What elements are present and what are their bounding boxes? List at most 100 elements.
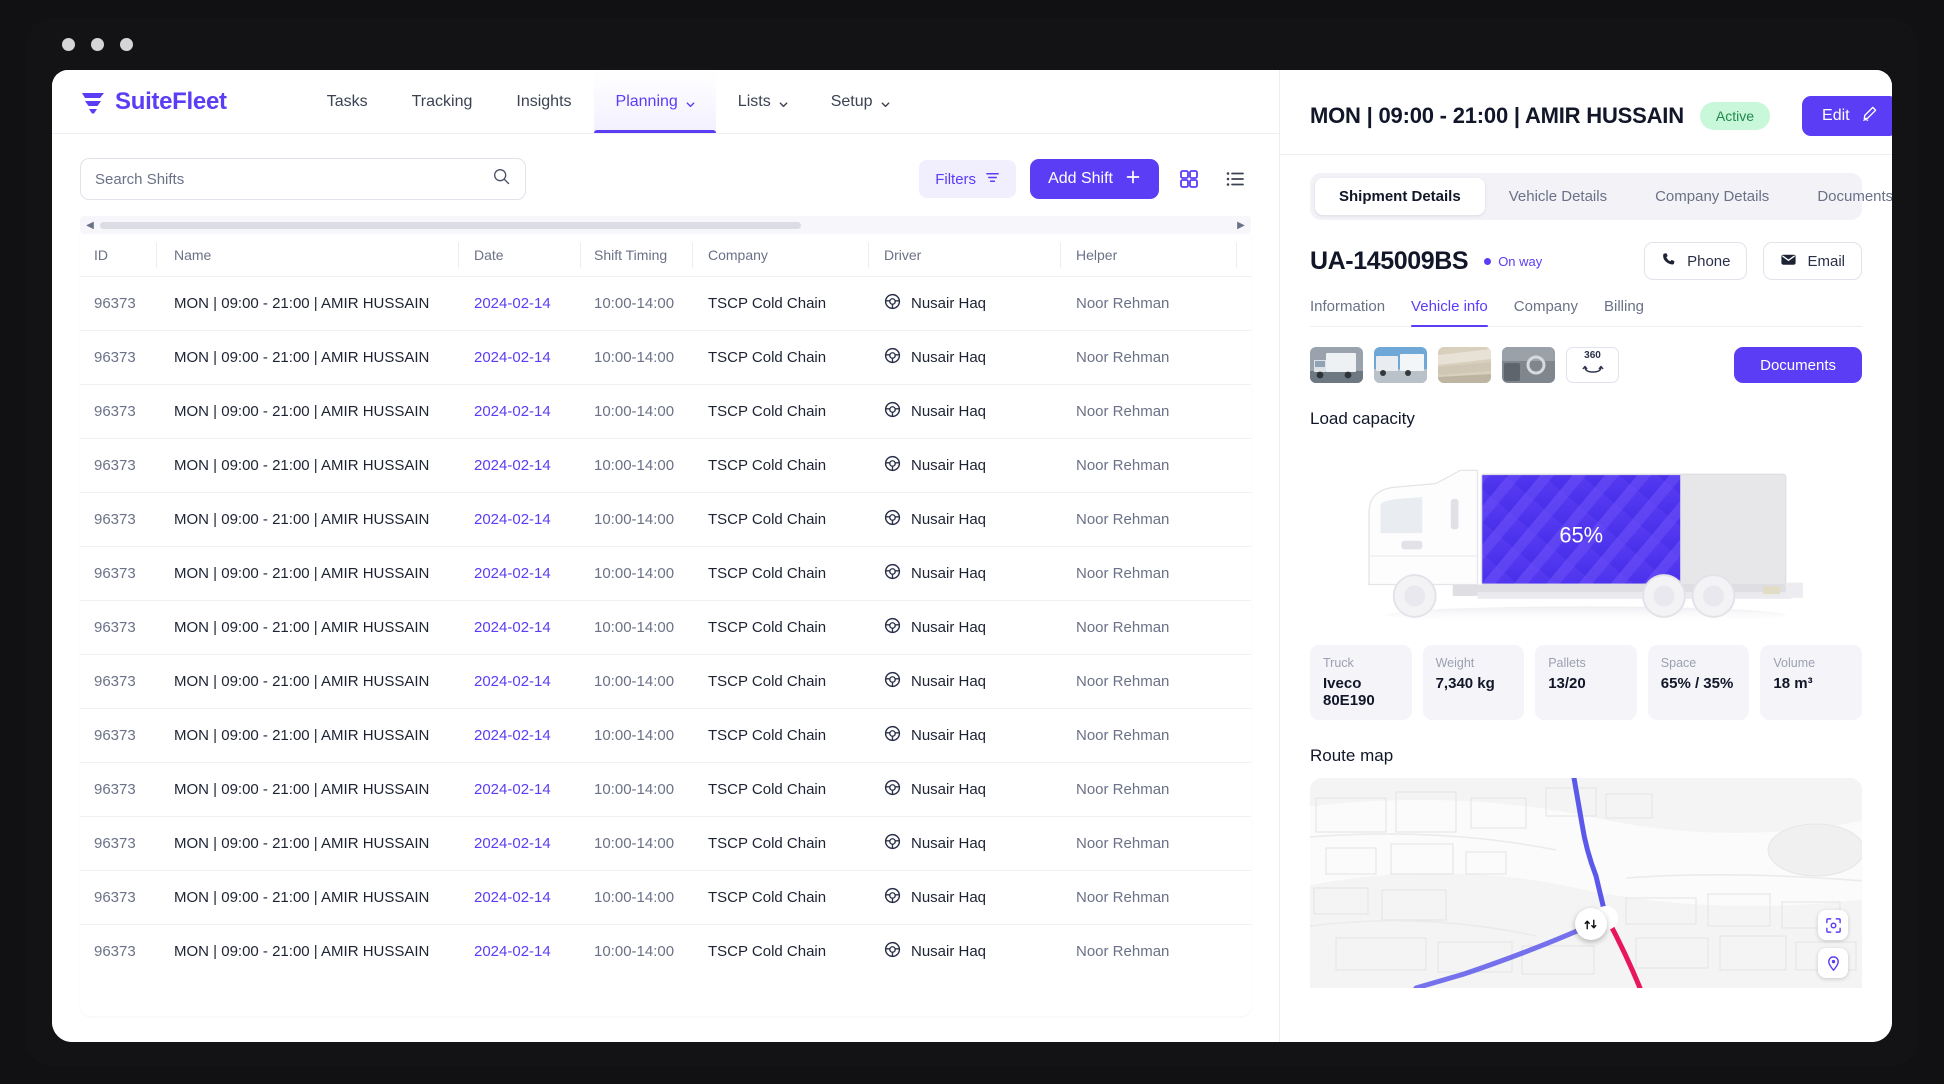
tab-shipment-details[interactable]: Shipment Details <box>1315 178 1485 215</box>
column-header-geofences[interactable]: Geofences <box>1236 234 1251 277</box>
cell-date[interactable]: 2024-02-14 <box>458 654 580 709</box>
window-minimize-dot[interactable] <box>91 37 104 51</box>
brand-name: SuiteFleet <box>115 87 227 115</box>
cell-shift-timing: 10:00-14:00 <box>580 600 692 655</box>
load-percent-label: 65% <box>1559 523 1603 548</box>
subtab-vehicle-info[interactable]: Vehicle info <box>1411 298 1488 327</box>
column-header-date[interactable]: Date <box>458 234 580 277</box>
table-row[interactable]: 96373 MON | 09:00 - 21:00 | AMIR HUSSAIN 2… <box>80 438 1251 493</box>
grid-view-icon[interactable] <box>1173 163 1205 195</box>
route-swap-icon[interactable] <box>1574 908 1607 941</box>
scrollbar-thumb[interactable] <box>100 221 802 229</box>
vehicle-thumbnail-cabin[interactable] <box>1502 347 1555 383</box>
search-input[interactable] <box>95 170 492 188</box>
table-row[interactable]: 96373 MON | 09:00 - 21:00 | AMIR HUSSAIN 2… <box>80 492 1251 547</box>
cell-date[interactable]: 2024-02-14 <box>458 925 580 979</box>
column-header-company[interactable]: Company <box>692 234 868 277</box>
scroll-right-icon[interactable]: ▶ <box>1233 217 1249 233</box>
table-row[interactable]: 96373 MON | 09:00 - 21:00 | AMIR HUSSAIN 2… <box>80 708 1251 763</box>
cell-shift-timing: 10:00-14:00 <box>580 654 692 709</box>
cell-date[interactable]: 2024-02-14 <box>458 816 580 871</box>
cell-geofences: Noor Rehman <box>1236 870 1251 925</box>
cell-date[interactable]: 2024-02-14 <box>458 384 580 439</box>
list-view-icon[interactable] <box>1219 163 1251 195</box>
table-row[interactable]: 96373 MON | 09:00 - 21:00 | AMIR HUSSAIN 2… <box>80 816 1251 871</box>
cell-date[interactable]: 2024-02-14 <box>458 762 580 817</box>
cell-id: 96373 <box>80 276 156 331</box>
tab-vehicle-details[interactable]: Vehicle Details <box>1485 178 1631 215</box>
search-shifts-box[interactable] <box>80 158 526 200</box>
main-navbar: SuiteFleet Tasks Tracking Insights Plann… <box>52 70 1279 134</box>
cell-date[interactable]: 2024-02-14 <box>458 492 580 547</box>
edit-button[interactable]: Edit <box>1802 96 1892 136</box>
cell-date[interactable]: 2024-02-14 <box>458 708 580 763</box>
driver-name: Nusair Haq <box>911 565 987 582</box>
route-map[interactable] <box>1310 778 1862 988</box>
cell-shift-timing: 10:00-14:00 <box>580 330 692 385</box>
subtab-information[interactable]: Information <box>1310 298 1385 326</box>
column-header-name[interactable]: Name <box>156 234 458 277</box>
table-row[interactable]: 96373 MON | 09:00 - 21:00 | AMIR HUSSAIN 2… <box>80 870 1251 925</box>
window-maximize-dot[interactable] <box>120 37 133 51</box>
cell-helper: Noor Rehman <box>1060 492 1236 547</box>
table-row[interactable]: 96373 MON | 09:00 - 21:00 | AMIR HUSSAIN 2… <box>80 546 1251 601</box>
table-row[interactable]: 96373 MON | 09:00 - 21:00 | AMIR HUSSAIN 2… <box>80 762 1251 817</box>
table-row[interactable]: 96373 MON | 09:00 - 21:00 | AMIR HUSSAIN 2… <box>80 925 1251 979</box>
cell-date[interactable]: 2024-02-14 <box>458 438 580 493</box>
nav-item-insights[interactable]: Insights <box>494 70 593 133</box>
cell-id: 96373 <box>80 600 156 655</box>
cell-date[interactable]: 2024-02-14 <box>458 546 580 601</box>
email-button[interactable]: Email <box>1763 242 1862 280</box>
scroll-left-icon[interactable]: ◀ <box>82 217 98 233</box>
cell-date[interactable]: 2024-02-14 <box>458 276 580 331</box>
browser-window: SuiteFleet Tasks Tracking Insights Plann… <box>26 18 1918 1066</box>
column-header-id[interactable]: ID <box>80 234 156 277</box>
vehicle-thumbnail-front[interactable] <box>1310 347 1363 383</box>
nav-item-planning[interactable]: Planning <box>593 70 717 133</box>
nav-item-tasks[interactable]: Tasks <box>305 70 390 133</box>
table-row[interactable]: 96373 MON | 09:00 - 21:00 | AMIR HUSSAIN 2… <box>80 384 1251 439</box>
nav-item-setup[interactable]: Setup <box>809 70 911 133</box>
table-row[interactable]: 96373 MON | 09:00 - 21:00 | AMIR HUSSAIN 2… <box>80 600 1251 655</box>
brand[interactable]: SuiteFleet <box>80 88 227 116</box>
cell-name: MON | 09:00 - 21:00 | AMIR HUSSAIN <box>156 330 458 385</box>
documents-button[interactable]: Documents <box>1734 347 1862 383</box>
nav-item-tracking[interactable]: Tracking <box>390 70 495 133</box>
column-header-shift-timing[interactable]: Shift Timing <box>580 234 692 277</box>
subtab-billing[interactable]: Billing <box>1604 298 1644 326</box>
table-horizontal-scrollbar[interactable]: ◀ ▶ <box>80 216 1251 234</box>
table-row[interactable]: 96373 MON | 09:00 - 21:00 | AMIR HUSSAIN 2… <box>80 330 1251 385</box>
cell-id: 96373 <box>80 546 156 601</box>
table-row[interactable]: 96373 MON | 09:00 - 21:00 | AMIR HUSSAIN 2… <box>80 276 1251 331</box>
cell-date[interactable]: 2024-02-14 <box>458 600 580 655</box>
cell-geofences: Noor Rehman <box>1236 708 1251 763</box>
table-row[interactable]: 96373 MON | 09:00 - 21:00 | AMIR HUSSAIN 2… <box>80 654 1251 709</box>
filters-button[interactable]: Filters <box>919 160 1017 198</box>
map-pin-icon[interactable] <box>1818 948 1848 978</box>
subtab-company[interactable]: Company <box>1514 298 1578 326</box>
tab-documents[interactable]: Documents <box>1793 178 1892 215</box>
vehicle-thumbnail-fleet[interactable] <box>1374 347 1427 383</box>
vehicle-thumbnail-cargo-interior[interactable] <box>1438 347 1491 383</box>
page-title: MON | 09:00 - 21:00 | AMIR HUSSAIN <box>1310 103 1684 128</box>
cell-driver: Nusair Haq <box>868 654 1060 709</box>
cell-shift-timing: 10:00-14:00 <box>580 870 692 925</box>
chevron-down-icon <box>880 97 889 108</box>
nav-item-lists[interactable]: Lists <box>716 70 809 133</box>
filter-icon <box>985 170 1000 189</box>
phone-icon <box>1661 251 1677 271</box>
phone-button[interactable]: Phone <box>1644 242 1748 280</box>
column-header-helper[interactable]: Helper <box>1060 234 1236 277</box>
scrollbar-track[interactable] <box>100 221 1231 229</box>
column-header-driver[interactable]: Driver <box>868 234 1060 277</box>
cell-date[interactable]: 2024-02-14 <box>458 870 580 925</box>
add-shift-button[interactable]: Add Shift <box>1030 159 1159 199</box>
window-close-dot[interactable] <box>62 37 75 51</box>
cell-date[interactable]: 2024-02-14 <box>458 330 580 385</box>
recenter-icon[interactable] <box>1818 910 1848 940</box>
tab-company-details[interactable]: Company Details <box>1631 178 1793 215</box>
cell-driver: Nusair Haq <box>868 762 1060 817</box>
driver-name: Nusair Haq <box>911 403 987 420</box>
cell-helper: Noor Rehman <box>1060 546 1236 601</box>
vehicle-360-view-button[interactable]: 360 <box>1566 347 1619 383</box>
